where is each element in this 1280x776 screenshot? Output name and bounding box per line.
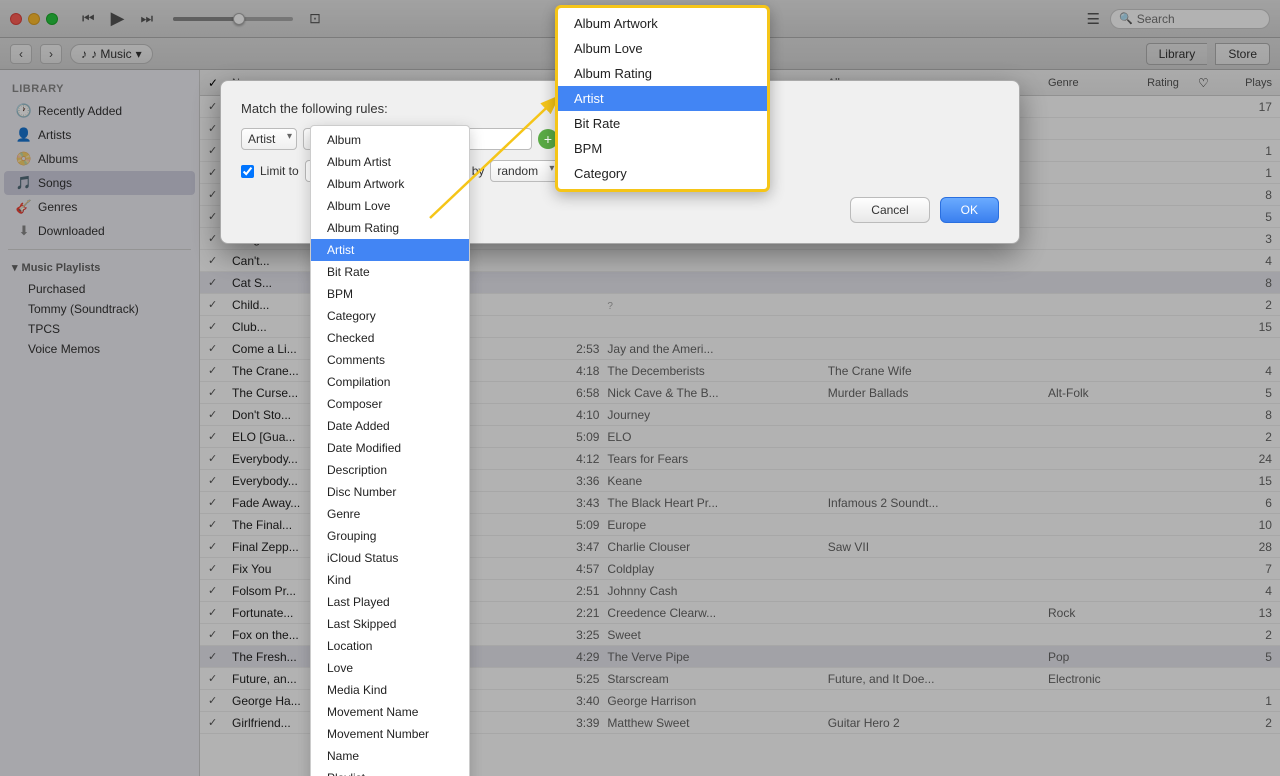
field-option-location[interactable]: Location bbox=[311, 635, 469, 657]
field-option-love[interactable]: Love bbox=[311, 657, 469, 679]
field-option-media-kind[interactable]: Media Kind bbox=[311, 679, 469, 701]
field-option-composer[interactable]: Composer bbox=[311, 393, 469, 415]
limit-checkbox[interactable] bbox=[241, 165, 254, 178]
right-option-album-rating[interactable]: Album Rating bbox=[558, 61, 767, 86]
field-option-album-artwork[interactable]: Album Artwork bbox=[311, 173, 469, 195]
right-option-album-artwork[interactable]: Album Artwork bbox=[558, 11, 767, 36]
field-option-bit-rate[interactable]: Bit Rate bbox=[311, 261, 469, 283]
field-option-genre[interactable]: Genre bbox=[311, 503, 469, 525]
right-option-category[interactable]: Category bbox=[558, 161, 767, 186]
field-option-album-love[interactable]: Album Love bbox=[311, 195, 469, 217]
field-option-playlist[interactable]: Playlist bbox=[311, 767, 469, 776]
field-option-description[interactable]: Description bbox=[311, 459, 469, 481]
field-option-icloud-status[interactable]: iCloud Status bbox=[311, 547, 469, 569]
field-selector-wrapper[interactable]: Artist bbox=[241, 128, 297, 150]
selected-by-selector[interactable]: random bbox=[490, 160, 559, 182]
field-option-comments[interactable]: Comments bbox=[311, 349, 469, 371]
field-option-album[interactable]: Album bbox=[311, 129, 469, 151]
selected-by-wrapper[interactable]: random bbox=[490, 160, 559, 182]
field-option-bpm[interactable]: BPM bbox=[311, 283, 469, 305]
field-option-compilation[interactable]: Compilation bbox=[311, 371, 469, 393]
field-option-date-added[interactable]: Date Added bbox=[311, 415, 469, 437]
right-option-artist[interactable]: Artist bbox=[558, 86, 767, 111]
field-option-kind[interactable]: Kind bbox=[311, 569, 469, 591]
right-option-bit-rate[interactable]: Bit Rate bbox=[558, 111, 767, 136]
field-option-movement-name[interactable]: Movement Name bbox=[311, 701, 469, 723]
field-dropdown-left: Album Album Artist Album Artwork Album L… bbox=[310, 125, 470, 776]
field-option-disc-number[interactable]: Disc Number bbox=[311, 481, 469, 503]
field-option-album-artist[interactable]: Album Artist bbox=[311, 151, 469, 173]
right-option-bpm[interactable]: BPM bbox=[558, 136, 767, 161]
field-option-grouping[interactable]: Grouping bbox=[311, 525, 469, 547]
field-option-artist[interactable]: Artist bbox=[311, 239, 469, 261]
field-dropdown-right: Album Artwork Album Love Album Rating Ar… bbox=[555, 5, 770, 192]
right-option-album-love[interactable]: Album Love bbox=[558, 36, 767, 61]
field-option-last-played[interactable]: Last Played bbox=[311, 591, 469, 613]
field-option-last-skipped[interactable]: Last Skipped bbox=[311, 613, 469, 635]
field-option-name[interactable]: Name bbox=[311, 745, 469, 767]
field-selector[interactable]: Artist bbox=[241, 128, 297, 150]
field-option-movement-number[interactable]: Movement Number bbox=[311, 723, 469, 745]
field-option-date-modified[interactable]: Date Modified bbox=[311, 437, 469, 459]
field-option-album-rating[interactable]: Album Rating bbox=[311, 217, 469, 239]
field-option-category[interactable]: Category bbox=[311, 305, 469, 327]
ok-button[interactable]: OK bbox=[940, 197, 999, 223]
cancel-button[interactable]: Cancel bbox=[850, 197, 929, 223]
field-option-checked[interactable]: Checked bbox=[311, 327, 469, 349]
